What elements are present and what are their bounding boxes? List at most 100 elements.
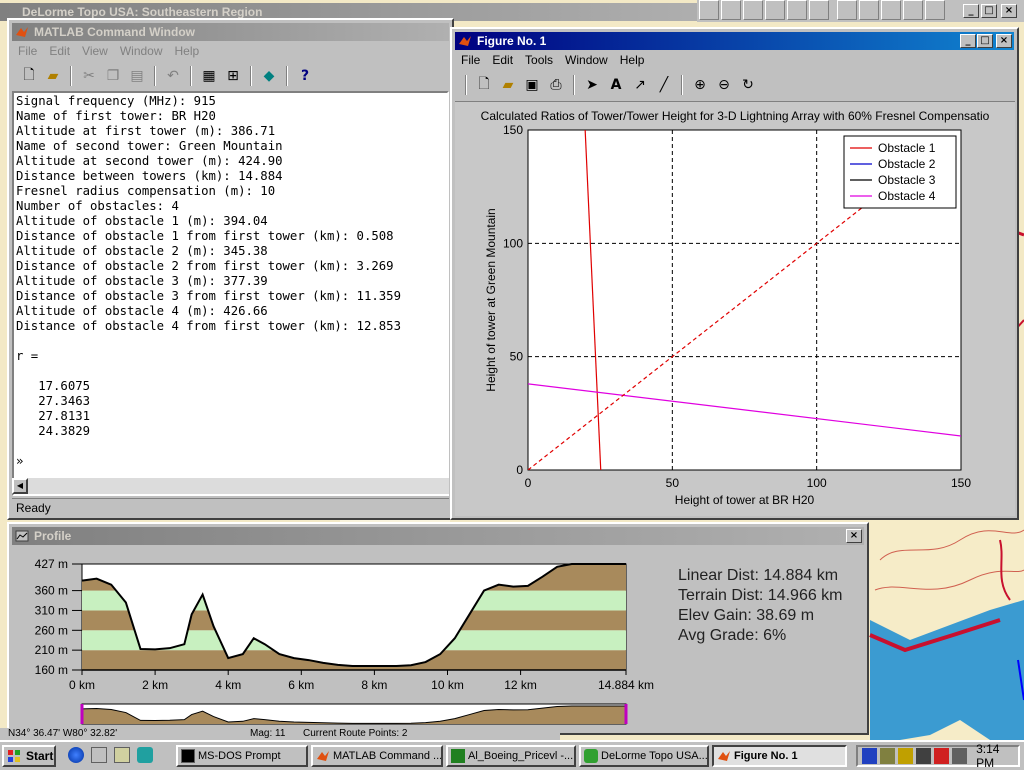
figure-maximize-button[interactable]: □ (977, 34, 993, 48)
toolbar-icon-8[interactable] (859, 0, 879, 20)
x-tick-label: 50 (666, 476, 680, 490)
select-arrow-icon[interactable]: ➤ (581, 74, 603, 96)
command-output-line: Altitude of obstacle 2 (m): 345.38 (16, 244, 268, 258)
power-icon[interactable] (898, 748, 914, 764)
volume-icon[interactable] (916, 748, 932, 764)
legend-label: Obstacle 4 (878, 189, 936, 203)
task-label: Figure No. 1 (734, 750, 798, 762)
taskbar: Start MS-DOS Prompt MATLAB Command ... A… (0, 740, 1024, 770)
copy-icon[interactable]: ❐ (102, 65, 124, 87)
outlook-express-icon[interactable] (91, 747, 107, 763)
horizontal-scrollbar[interactable]: ◀ (12, 478, 449, 494)
start-label: Start (26, 749, 54, 763)
figure-menu-edit[interactable]: Edit (492, 51, 513, 69)
figure-minimize-button[interactable]: _ (960, 34, 976, 48)
save-icon[interactable]: ▣ (521, 74, 543, 96)
zoom-in-icon[interactable]: ⊕ (689, 74, 711, 96)
task-label: MS-DOS Prompt (198, 750, 281, 762)
figure-close-button[interactable]: × (996, 34, 1012, 48)
task-delorme[interactable]: DeLorme Topo USA... (579, 745, 709, 767)
delorme-minimize-button[interactable]: _ (963, 4, 979, 18)
legend-label: Obstacle 3 (878, 173, 936, 187)
matlab-titlebar[interactable]: MATLAB Command Window (12, 23, 449, 41)
new-file-icon[interactable]: 🗋 (18, 65, 40, 87)
figure-canvas[interactable]: Calculated Ratios of Tower/Tower Height … (455, 101, 1015, 516)
line-tool-icon[interactable]: ╱ (653, 74, 675, 96)
internet-explorer-icon[interactable] (68, 747, 84, 763)
command-output-line (16, 334, 401, 349)
toolbar-icon-7[interactable] (837, 0, 857, 20)
toolbar-icon-5[interactable] (787, 0, 807, 20)
channels-icon[interactable] (137, 747, 153, 763)
figure-menu-help[interactable]: Help (620, 51, 645, 69)
figure-titlebar[interactable]: Figure No. 1 _ □ × (455, 32, 1014, 50)
quick-launch (68, 747, 168, 765)
network-icon[interactable] (862, 748, 878, 764)
ratio-chart[interactable]: Calculated Ratios of Tower/Tower Height … (455, 102, 1015, 517)
task-matlab[interactable]: MATLAB Command ... (311, 745, 443, 767)
start-button[interactable]: Start (2, 745, 56, 767)
zoom-out-icon[interactable]: ⊖ (713, 74, 735, 96)
arrow-tool-icon[interactable]: ↗ (629, 74, 651, 96)
simulink-icon[interactable]: ◆ (258, 65, 280, 87)
path-icon[interactable]: ⊞ (222, 65, 244, 87)
average-grade: Avg Grade: 6% (678, 627, 787, 644)
profile-y-label: 427 m (35, 557, 68, 571)
ati-icon[interactable] (934, 748, 950, 764)
delorme-maximize-button[interactable]: □ (981, 4, 997, 18)
command-output-line: 17.6075 (16, 379, 91, 393)
paste-icon[interactable]: ▤ (126, 65, 148, 87)
help-icon[interactable]: ? (294, 65, 316, 87)
matlab-menu-edit[interactable]: Edit (49, 42, 70, 60)
show-desktop-icon[interactable] (114, 747, 130, 763)
figure-menu-file[interactable]: File (461, 51, 480, 69)
toolbar-grip (465, 75, 467, 95)
toolbar-icon-1[interactable] (699, 0, 719, 20)
command-output-area[interactable]: Signal frequency (MHz): 915 Name of first… (12, 91, 449, 496)
task-excel[interactable]: Al_Boeing_Pricevl -... (446, 745, 576, 767)
task-figure[interactable]: Figure No. 1 (712, 745, 847, 767)
matlab-menu-file[interactable]: File (18, 42, 37, 60)
matlab-menu-help[interactable]: Help (175, 42, 200, 60)
toolbar-separator (70, 66, 72, 86)
toolbar-separator (250, 66, 252, 86)
open-icon[interactable]: ▰ (497, 74, 519, 96)
matlab-logo-icon (718, 751, 730, 761)
delorme-close-button[interactable]: × (1001, 4, 1017, 18)
profile-y-label: 360 m (35, 584, 68, 598)
ms-dos-icon (181, 749, 195, 763)
task-ms-dos[interactable]: MS-DOS Prompt (176, 745, 308, 767)
matlab-menu-window[interactable]: Window (120, 42, 163, 60)
y-tick-label: 150 (503, 123, 523, 137)
figure-menu-window[interactable]: Window (565, 51, 608, 69)
matlab-menu-view[interactable]: View (82, 42, 108, 60)
rotate-icon[interactable]: ↻ (737, 74, 759, 96)
new-figure-icon[interactable]: 🗋 (473, 74, 495, 96)
toolbar-icon-3[interactable] (743, 0, 763, 20)
figure-menu-tools[interactable]: Tools (525, 51, 553, 69)
text-tool-icon[interactable]: A (605, 74, 627, 96)
profile-icon (15, 530, 29, 542)
toolbar-icon-2[interactable] (721, 0, 741, 20)
toolbar-icon-9[interactable] (881, 0, 901, 20)
toolbar-icon-10[interactable] (903, 0, 923, 20)
matlab-title: MATLAB Command Window (34, 25, 195, 39)
cut-icon[interactable]: ✂ (78, 65, 100, 87)
scroll-left-button[interactable]: ◀ (12, 478, 28, 494)
system-tray: 3:14 PM (856, 742, 1020, 770)
toolbar-icon-4[interactable] (765, 0, 785, 20)
toolbar-icon-11[interactable] (925, 0, 945, 20)
display-icon[interactable] (952, 748, 968, 764)
open-folder-icon[interactable]: ▰ (42, 65, 64, 87)
profile-titlebar[interactable]: Profile × (12, 527, 864, 545)
scheduler-icon[interactable] (880, 748, 896, 764)
print-icon[interactable]: ⎙ (545, 74, 567, 96)
x-tick-label: 0 (525, 476, 532, 490)
undo-icon[interactable]: ↶ (162, 65, 184, 87)
profile-close-button[interactable]: × (846, 529, 862, 543)
toolbar-icon-6[interactable] (809, 0, 829, 20)
command-output-line: Altitude at second tower (m): 424.90 (16, 154, 283, 168)
profile-y-label: 310 m (35, 603, 68, 617)
command-output-line: Name of first tower: BR H20 (16, 109, 216, 123)
workspace-icon[interactable]: ▦ (198, 65, 220, 87)
